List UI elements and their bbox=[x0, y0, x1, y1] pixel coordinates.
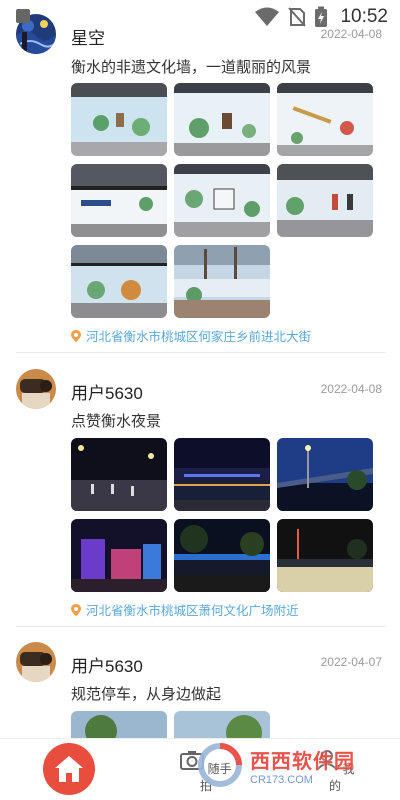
status-icons: 10:52 bbox=[254, 6, 388, 28]
post-photo[interactable] bbox=[174, 83, 270, 156]
status-time: 10:52 bbox=[340, 6, 388, 27]
post-card[interactable]: 用户5630 2022-04-08 点赞衡水夜景 河北省衡水市桃城区萧何文化广场… bbox=[0, 355, 400, 628]
home-icon bbox=[55, 756, 83, 782]
post-divider bbox=[16, 352, 386, 353]
wifi-icon bbox=[255, 7, 280, 26]
watermark-text: 西西软件园 bbox=[250, 750, 355, 773]
location-pin-icon bbox=[71, 603, 81, 616]
status-bar: 10:52 bbox=[0, 0, 400, 34]
post-photo[interactable] bbox=[174, 438, 270, 511]
post-photo[interactable] bbox=[174, 245, 270, 318]
post-location[interactable]: 河北省衡水市桃城区萧何文化广场附近 bbox=[71, 600, 299, 619]
post-photo[interactable] bbox=[71, 245, 167, 318]
post-photo[interactable] bbox=[174, 164, 270, 237]
avatar[interactable] bbox=[16, 642, 56, 682]
notification-icon bbox=[16, 9, 30, 23]
post-photo[interactable] bbox=[71, 519, 167, 592]
location-text: 河北省衡水市桃城区何家庄乡前进北大街 bbox=[86, 330, 312, 344]
post-photo[interactable] bbox=[71, 438, 167, 511]
username[interactable]: 用户5630 bbox=[71, 379, 143, 404]
post-photo[interactable] bbox=[71, 83, 167, 156]
post-date: 2022-04-08 bbox=[320, 382, 382, 396]
post-divider bbox=[16, 626, 386, 627]
post-caption: 点赞衡水夜景 bbox=[71, 413, 162, 430]
battery-charging-icon bbox=[315, 6, 328, 27]
post-location[interactable]: 河北省衡水市桃城区何家庄乡前进北大街 bbox=[71, 326, 311, 345]
location-text: 河北省衡水市桃城区萧何文化广场附近 bbox=[86, 604, 299, 618]
post-date: 2022-04-07 bbox=[320, 655, 382, 669]
nav-home-button[interactable] bbox=[43, 743, 95, 795]
username[interactable]: 用户5630 bbox=[71, 652, 143, 677]
feed[interactable]: 星空 2022-04-08 衡水的非遗文化墙，一道靓丽的风景 河北省衡水市桃城区… bbox=[0, 0, 400, 800]
watermark-sub: CR173.COM bbox=[250, 773, 313, 786]
post-caption: 规范停车，从身边做起 bbox=[71, 686, 222, 703]
post-card[interactable]: 星空 2022-04-08 衡水的非遗文化墙，一道靓丽的风景 河北省衡水市桃城区… bbox=[0, 0, 400, 355]
location-pin-icon bbox=[71, 329, 81, 342]
post-photo[interactable] bbox=[174, 519, 270, 592]
no-sim-icon bbox=[288, 7, 307, 27]
post-caption: 衡水的非遗文化墙，一道靓丽的风景 bbox=[71, 59, 312, 76]
post-photo[interactable] bbox=[277, 438, 373, 511]
post-photo[interactable] bbox=[277, 164, 373, 237]
watermark-logo-icon bbox=[198, 743, 242, 787]
post-photo[interactable] bbox=[277, 519, 373, 592]
avatar[interactable] bbox=[16, 369, 56, 409]
watermark: 西西软件园 CR173.COM bbox=[196, 740, 382, 790]
post-photo[interactable] bbox=[277, 83, 373, 156]
post-photo[interactable] bbox=[71, 164, 167, 237]
